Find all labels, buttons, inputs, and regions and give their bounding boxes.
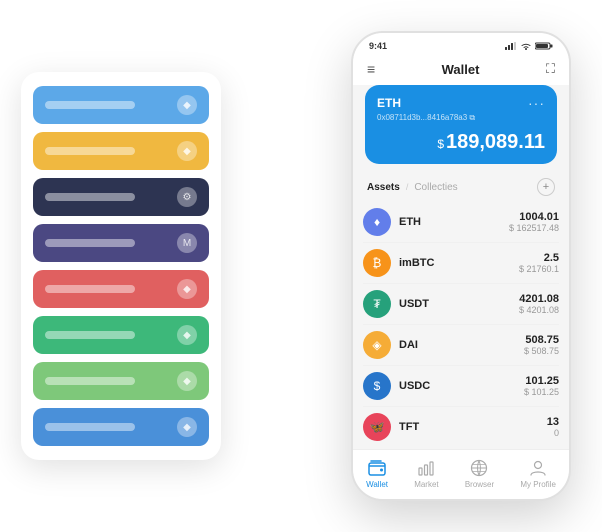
- tab-assets[interactable]: Assets: [367, 182, 400, 193]
- token-amount-eth: 1004.01: [509, 211, 559, 223]
- eth-card[interactable]: ETH ··· 0x08711d3b...8416a78a3 ⧉ $189,08…: [365, 85, 557, 164]
- wallet-nav-label: Wallet: [366, 480, 388, 489]
- assets-tabs: Assets / Collecties: [367, 182, 458, 193]
- tab-collecties[interactable]: Collecties: [414, 182, 457, 193]
- token-values-eth: 1004.01$ 162517.48: [509, 211, 559, 233]
- token-values-usdt: 4201.08$ 4201.08: [519, 293, 559, 315]
- bottom-nav: Wallet Market: [353, 449, 569, 499]
- token-usd-eth: $ 162517.48: [509, 223, 559, 233]
- token-values-usdc: 101.25$ 101.25: [524, 375, 559, 397]
- nav-profile[interactable]: My Profile: [520, 458, 556, 489]
- stack-card-7[interactable]: ◆: [33, 408, 209, 446]
- token-amount-dai: 508.75: [524, 334, 559, 346]
- nav-wallet[interactable]: Wallet: [366, 458, 388, 489]
- token-name-imbtc: imBTC: [399, 257, 519, 269]
- status-time: 9:41: [369, 41, 387, 51]
- dollar-sign: $: [437, 137, 444, 151]
- token-usd-usdc: $ 101.25: [524, 387, 559, 397]
- token-amount-tft: 13: [547, 416, 559, 428]
- scan-icon[interactable]: ⛶: [546, 61, 555, 77]
- browser-nav-label: Browser: [465, 480, 494, 489]
- stack-card-4[interactable]: ◆: [33, 270, 209, 308]
- token-item-imbtc[interactable]: ₿ imBTC2.5$ 21760.1: [363, 243, 559, 284]
- token-name-tft: TFT: [399, 421, 547, 433]
- token-values-imbtc: 2.5$ 21760.1: [519, 252, 559, 274]
- token-item-tft[interactable]: 🦋 TFT130: [363, 407, 559, 447]
- status-icons: [505, 42, 553, 50]
- token-item-eth[interactable]: ♦ ETH1004.01$ 162517.48: [363, 202, 559, 243]
- add-asset-button[interactable]: +: [537, 178, 555, 196]
- token-item-dai[interactable]: ◈ DAI508.75$ 508.75: [363, 325, 559, 366]
- token-usd-imbtc: $ 21760.1: [519, 264, 559, 274]
- tab-divider: /: [406, 182, 409, 192]
- eth-card-menu[interactable]: ···: [528, 95, 545, 111]
- token-amount-usdt: 4201.08: [519, 293, 559, 305]
- stack-card-2[interactable]: ⚙: [33, 178, 209, 216]
- token-icon-usdt: ₮: [363, 290, 391, 318]
- signal-icon: [505, 42, 517, 50]
- token-icon-imbtc: ₿: [363, 249, 391, 277]
- token-list: ♦ ETH1004.01$ 162517.48 ₿ imBTC2.5$ 21760.1…: [353, 202, 569, 449]
- token-name-dai: DAI: [399, 339, 524, 351]
- wallet-nav-icon: [367, 458, 387, 478]
- market-nav-icon: [416, 458, 436, 478]
- scene: ◆ ◆ ⚙ M ◆ ◆ ◆ ◆ 9:41: [21, 21, 581, 511]
- balance-amount: 189,089.11: [446, 131, 545, 153]
- browser-nav-icon: [469, 458, 489, 478]
- eth-card-title: ETH: [377, 96, 401, 110]
- token-usd-usdt: $ 4201.08: [519, 305, 559, 315]
- token-usd-tft: 0: [547, 428, 559, 438]
- assets-header: Assets / Collecties +: [353, 174, 569, 202]
- profile-nav-label: My Profile: [520, 480, 556, 489]
- stack-card-6[interactable]: ◆: [33, 362, 209, 400]
- token-item-usdc[interactable]: $ USDC101.25$ 101.25: [363, 366, 559, 407]
- eth-card-address: 0x08711d3b...8416a78a3 ⧉: [377, 113, 545, 123]
- stack-card-3[interactable]: M: [33, 224, 209, 262]
- token-amount-usdc: 101.25: [524, 375, 559, 387]
- token-name-eth: ETH: [399, 216, 509, 228]
- battery-icon: [535, 42, 553, 50]
- token-icon-dai: ◈: [363, 331, 391, 359]
- stack-card-1[interactable]: ◆: [33, 132, 209, 170]
- stack-card-0[interactable]: ◆: [33, 86, 209, 124]
- token-values-tft: 130: [547, 416, 559, 438]
- status-bar: 9:41: [353, 33, 569, 55]
- token-item-usdt[interactable]: ₮ USDT4201.08$ 4201.08: [363, 284, 559, 325]
- token-usd-dai: $ 508.75: [524, 346, 559, 356]
- token-icon-usdc: $: [363, 372, 391, 400]
- wifi-icon: [520, 42, 532, 50]
- menu-icon[interactable]: ≡: [367, 61, 375, 77]
- card-stack: ◆ ◆ ⚙ M ◆ ◆ ◆ ◆: [21, 72, 221, 460]
- token-amount-imbtc: 2.5: [519, 252, 559, 264]
- token-icon-tft: 🦋: [363, 413, 391, 441]
- phone-mockup: 9:41: [351, 31, 571, 501]
- nav-browser[interactable]: Browser: [465, 458, 494, 489]
- token-icon-eth: ♦: [363, 208, 391, 236]
- token-values-dai: 508.75$ 508.75: [524, 334, 559, 356]
- eth-card-header: ETH ···: [377, 95, 545, 111]
- token-name-usdt: USDT: [399, 298, 519, 310]
- phone-header: ≡ Wallet ⛶: [353, 55, 569, 85]
- stack-card-5[interactable]: ◆: [33, 316, 209, 354]
- nav-market[interactable]: Market: [414, 458, 438, 489]
- eth-card-balance: $189,089.11: [377, 131, 545, 154]
- token-name-usdc: USDC: [399, 380, 524, 392]
- header-title: Wallet: [442, 62, 480, 77]
- market-nav-label: Market: [414, 480, 438, 489]
- profile-nav-icon: [528, 458, 548, 478]
